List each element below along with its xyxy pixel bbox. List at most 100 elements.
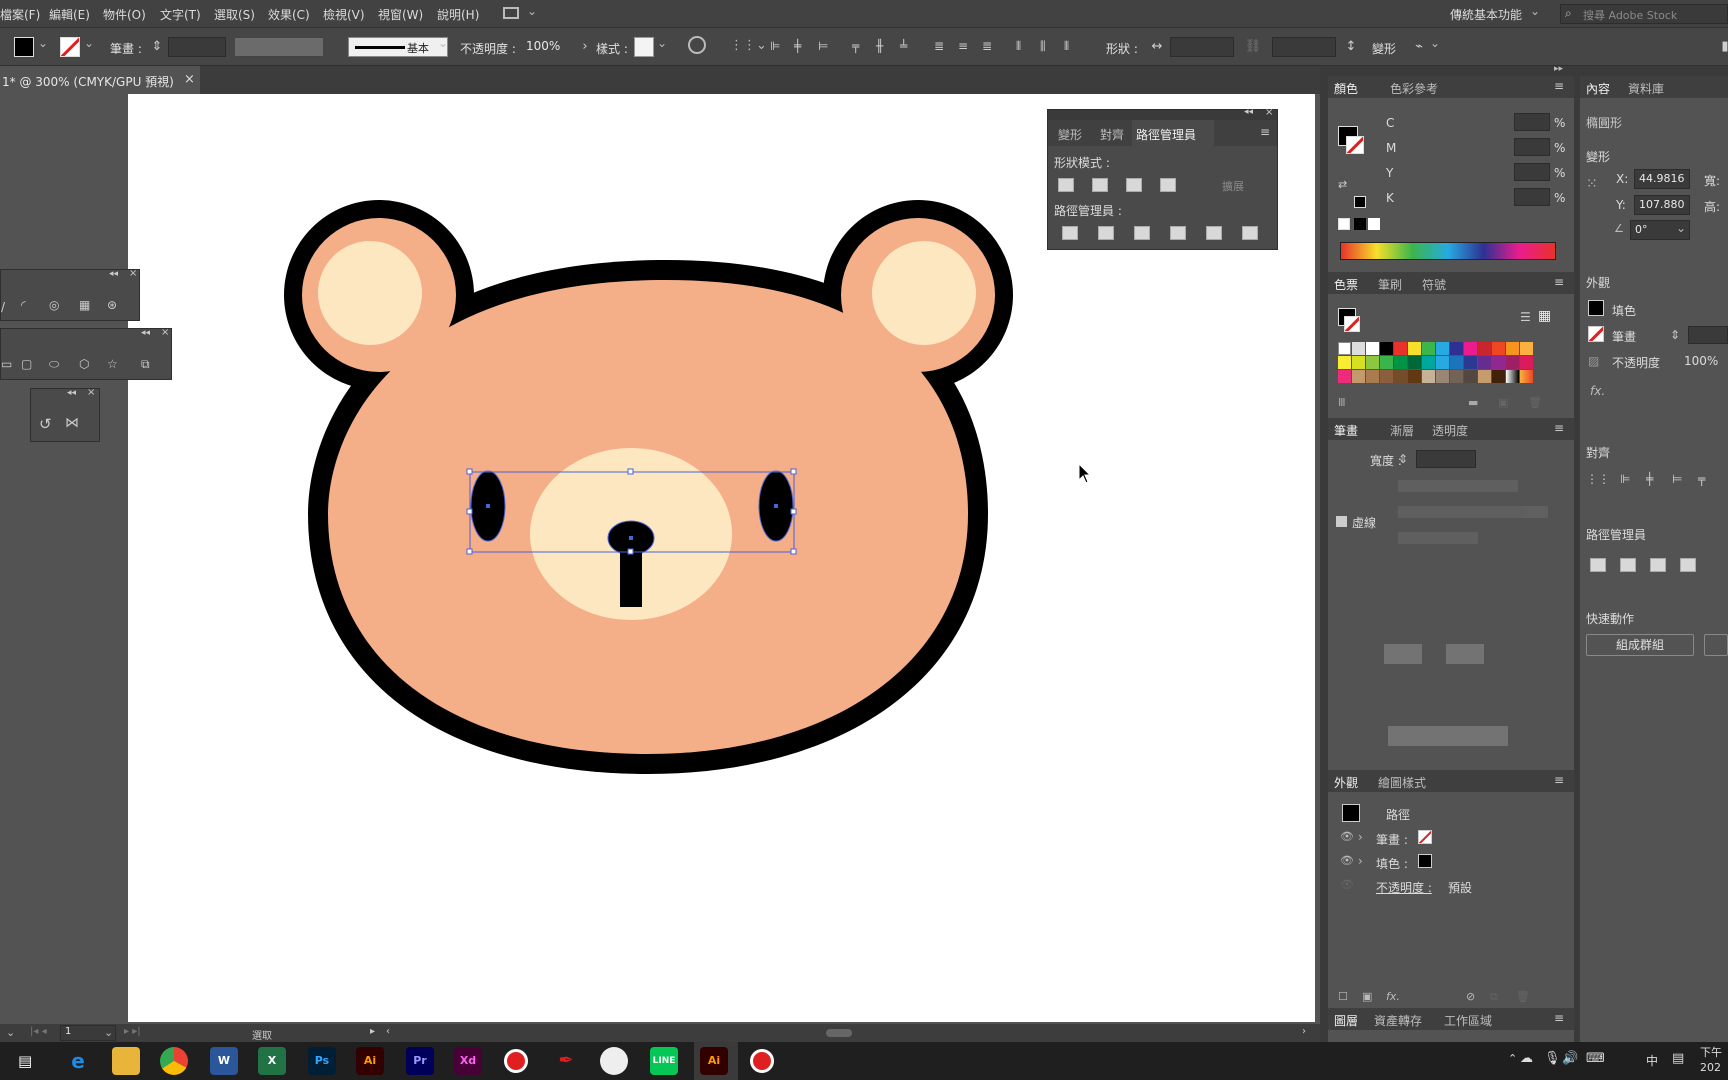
- appearance-opacity-label[interactable]: 不透明度 :: [1376, 879, 1432, 896]
- delete-item-icon[interactable]: 🗑: [1516, 990, 1530, 1003]
- tab-pathfinder[interactable]: 路徑管理員: [1132, 120, 1214, 146]
- tab-swatches[interactable]: 色票: [1334, 276, 1358, 293]
- ime-indicator[interactable]: 中: [1646, 1052, 1658, 1069]
- tab-symbols[interactable]: 符號: [1422, 276, 1446, 293]
- first-artboard-icon[interactable]: |◂ ◂: [30, 1026, 47, 1037]
- align-right-icon[interactable]: ⊨: [818, 39, 828, 53]
- chevron-left-icon[interactable]: ‹: [386, 1026, 390, 1037]
- align-right-icon[interactable]: ⊨: [1672, 472, 1682, 486]
- illustrator-icon[interactable]: Ai: [356, 1047, 384, 1075]
- distribute-right-icon[interactable]: ⫴: [1064, 39, 1069, 54]
- fx-icon[interactable]: fx.: [1386, 990, 1400, 1003]
- fx-icon[interactable]: fx.: [1590, 384, 1605, 398]
- chevron-down-icon[interactable]: ⌄: [6, 1026, 15, 1039]
- channel-y-field[interactable]: [1514, 163, 1550, 181]
- distribute-left-icon[interactable]: ⫴: [1016, 39, 1021, 54]
- distribute-top-icon[interactable]: ≣: [934, 39, 944, 53]
- stock-search-input[interactable]: ⌕ 搜尋 Adobe Stock: [1560, 4, 1728, 24]
- chevron-right-icon[interactable]: ›: [576, 38, 594, 56]
- panel-grip[interactable]: ◂◂ ×: [1048, 107, 1277, 120]
- onedrive-icon[interactable]: ☁: [1520, 1051, 1533, 1066]
- spiral-tool-icon[interactable]: ◎: [49, 298, 59, 312]
- chevron-down-icon[interactable]: ⌄: [1430, 36, 1440, 50]
- rounded-rectangle-tool-icon[interactable]: ▢: [21, 357, 32, 371]
- color-spectrum[interactable]: [1340, 242, 1556, 260]
- color-stroke-swatch[interactable]: [1346, 136, 1364, 154]
- chevron-right-icon[interactable]: ›: [1358, 830, 1363, 844]
- file-explorer-icon[interactable]: [112, 1047, 140, 1075]
- chevron-down-icon[interactable]: ⌄: [84, 36, 94, 50]
- isolate-icon[interactable]: ⌁: [1410, 38, 1428, 56]
- collapse-icon[interactable]: ◂◂: [109, 269, 118, 279]
- paint-3d-icon[interactable]: [600, 1047, 628, 1075]
- outline-icon[interactable]: [1206, 226, 1222, 240]
- minus-front-icon[interactable]: [1092, 178, 1108, 192]
- record-icon[interactable]: [504, 1049, 528, 1073]
- network-icon[interactable]: ⌨: [1586, 1051, 1605, 1066]
- grid-tool-icon[interactable]: ▦: [79, 298, 90, 312]
- tab-asset-export[interactable]: 資產轉存: [1374, 1012, 1422, 1029]
- black-swatch[interactable]: [1354, 218, 1366, 230]
- properties-opacity-value[interactable]: 100%: [1684, 354, 1718, 368]
- appearance-stroke-swatch[interactable]: [1418, 830, 1432, 844]
- eye-icon[interactable]: 👁: [1340, 878, 1354, 891]
- tab-layers[interactable]: 圖層: [1334, 1012, 1358, 1029]
- artboard[interactable]: ◂◂ × 變形 對齊 路徑管理員 ≡ 形狀模式 : 擴展 路徑管理員 :: [128, 94, 1315, 1022]
- tab-color-guide[interactable]: 色彩參考: [1390, 80, 1438, 97]
- tab-gradient[interactable]: 漸層: [1390, 422, 1414, 439]
- minus-back-icon[interactable]: [1242, 226, 1258, 240]
- photoshop-icon[interactable]: Ps: [308, 1047, 336, 1075]
- swatch-stroke-indicator[interactable]: [1344, 316, 1360, 332]
- polygon-tool-icon[interactable]: ⬡: [79, 357, 89, 371]
- stroke-weight-field[interactable]: [168, 37, 226, 57]
- appearance-fill-swatch[interactable]: [1418, 854, 1432, 868]
- collapse-icon[interactable]: ◂◂: [67, 388, 76, 398]
- chevron-down-icon[interactable]: ⌄: [1676, 221, 1686, 235]
- close-icon[interactable]: ×: [129, 268, 137, 279]
- list-view-icon[interactable]: ☰: [1520, 310, 1531, 324]
- align-left-icon[interactable]: ⊫: [1620, 472, 1630, 486]
- align-vcenter-icon[interactable]: ╫: [876, 39, 883, 53]
- exclude-icon[interactable]: [1160, 178, 1176, 192]
- rotate-tool-icon[interactable]: ↺: [39, 415, 52, 433]
- distribute-hcenter-icon[interactable]: ⫼: [1040, 39, 1046, 54]
- volume-icon[interactable]: 🔊: [1562, 1051, 1578, 1066]
- premiere-icon[interactable]: Pr: [406, 1047, 434, 1075]
- expand-button[interactable]: 擴展: [1222, 178, 1244, 194]
- profile-dropdown[interactable]: [1388, 726, 1508, 746]
- chevron-right-icon[interactable]: ›: [1302, 1026, 1306, 1037]
- menu-help[interactable]: 說明(H): [437, 6, 479, 23]
- star-tool-icon[interactable]: ☆: [107, 357, 118, 371]
- duplicate-item-icon[interactable]: ⧉: [1490, 990, 1498, 1004]
- align-to-icon[interactable]: ⋮⋮: [1586, 472, 1610, 486]
- secondary-action-button[interactable]: [1704, 634, 1728, 656]
- unite-icon[interactable]: [1058, 178, 1074, 192]
- channel-c-field[interactable]: [1514, 113, 1550, 131]
- line-icon[interactable]: LINE: [650, 1047, 678, 1075]
- illustrator-active-icon[interactable]: Ai: [700, 1047, 728, 1075]
- canvas-area[interactable]: ◂◂ × 變形 對齊 路徑管理員 ≡ 形狀模式 : 擴展 路徑管理員 : ◂◂ …: [0, 94, 1320, 1024]
- crop-icon[interactable]: [1170, 226, 1186, 240]
- panel-menu-icon[interactable]: ≡: [1260, 125, 1270, 139]
- intersect-icon[interactable]: [1126, 178, 1142, 192]
- menu-edit[interactable]: 編輯(E): [49, 6, 90, 23]
- polar-grid-tool-icon[interactable]: ⊛: [107, 298, 117, 312]
- group-button[interactable]: 組成群組: [1586, 634, 1694, 656]
- stroke-weight-input[interactable]: [1416, 450, 1476, 468]
- swap-icon[interactable]: ⇄: [1338, 178, 1347, 191]
- minus-front-icon[interactable]: [1620, 558, 1636, 572]
- close-icon[interactable]: ×: [184, 72, 195, 87]
- swatch-grid[interactable]: [1338, 342, 1548, 386]
- pen-app-icon[interactable]: ✒: [552, 1047, 580, 1075]
- intersect-icon[interactable]: [1650, 558, 1666, 572]
- tab-properties[interactable]: 內容: [1586, 80, 1610, 97]
- clear-appearance-icon[interactable]: ⊘: [1466, 990, 1475, 1003]
- right-inner-ear[interactable]: [872, 241, 976, 345]
- chevron-down-icon[interactable]: ⌄: [438, 36, 448, 50]
- gap-field[interactable]: [1446, 644, 1484, 664]
- tab-graphic-styles[interactable]: 繪圖樣式: [1378, 774, 1426, 791]
- dashed-line-checkbox[interactable]: [1336, 516, 1347, 527]
- menu-window[interactable]: 視窗(W): [378, 6, 423, 23]
- collapse-icon[interactable]: ▸▸: [1554, 64, 1563, 74]
- collapse-icon[interactable]: ◂◂: [141, 328, 150, 338]
